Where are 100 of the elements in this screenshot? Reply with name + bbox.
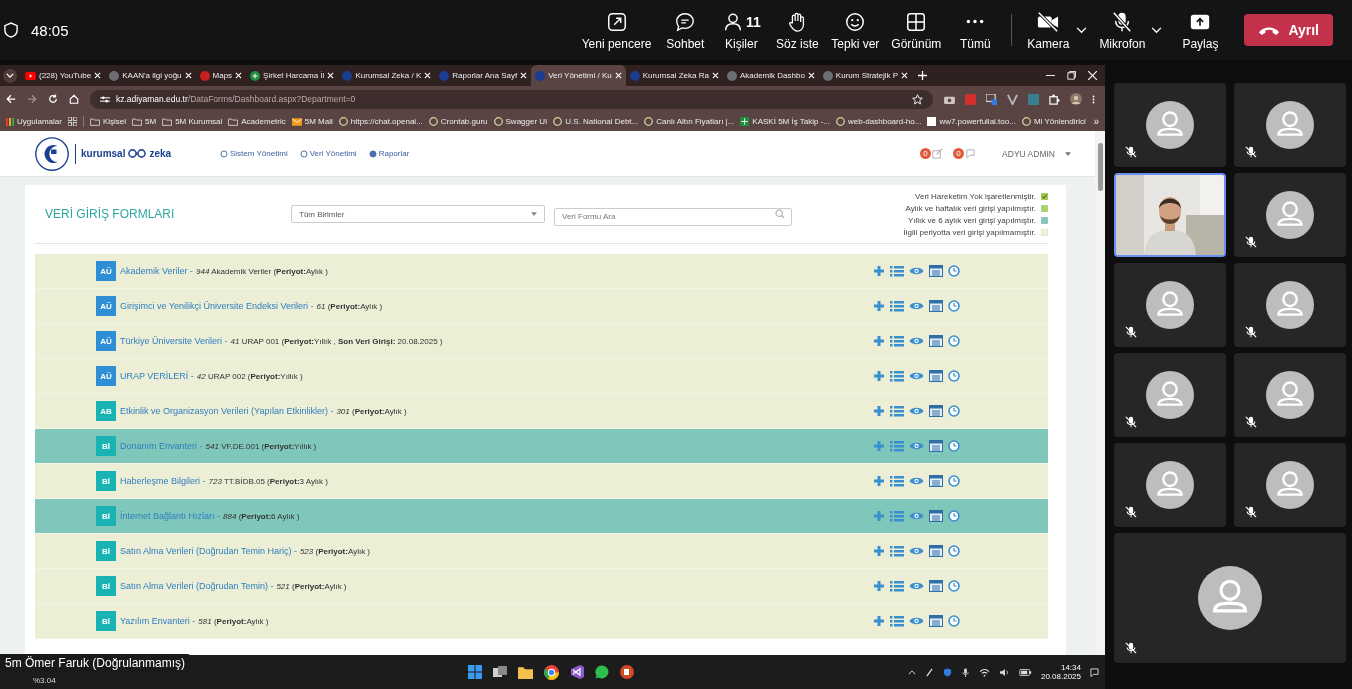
wifi-icon[interactable] <box>978 667 990 677</box>
reload-icon[interactable] <box>48 94 58 104</box>
eye-icon[interactable] <box>909 336 924 346</box>
list-icon[interactable] <box>890 580 904 592</box>
microphone-icon[interactable] <box>960 667 970 677</box>
participant-tile[interactable] <box>1114 263 1226 347</box>
participant-tile[interactable] <box>1114 443 1226 527</box>
battery-icon[interactable] <box>1018 668 1032 676</box>
close-icon[interactable] <box>94 72 102 79</box>
camera-icon[interactable] <box>944 94 955 104</box>
clock-icon[interactable] <box>948 615 960 627</box>
close-icon[interactable] <box>235 72 243 79</box>
share-button[interactable]: Paylaş <box>1172 9 1229 51</box>
meeting-action-button[interactable]: Söz iste <box>769 9 826 51</box>
participant-tile[interactable] <box>1114 353 1226 437</box>
meeting-action-button[interactable]: Sohbet <box>657 9 714 51</box>
bookmark[interactable]: Canlı Altın Fiyatları |... <box>644 117 735 126</box>
plus-icon[interactable] <box>873 475 885 487</box>
meeting-action-button[interactable]: Tümü <box>947 9 1004 51</box>
plus-icon[interactable] <box>873 615 885 627</box>
eye-icon[interactable] <box>909 546 924 556</box>
meeting-action-button[interactable]: 11 Kişiler <box>713 9 770 51</box>
clock-icon[interactable] <box>948 580 960 592</box>
extension-icon[interactable] <box>1007 93 1018 105</box>
device-button[interactable]: Kamera <box>1020 9 1077 51</box>
list-icon[interactable] <box>890 545 904 557</box>
pen-icon[interactable] <box>924 667 934 677</box>
chat-icon[interactable] <box>595 665 609 679</box>
bookmark[interactable]: Uygulamalar <box>6 117 62 126</box>
browser-tab[interactable]: Kurum Stratejik P <box>818 65 913 86</box>
participant-tile[interactable] <box>1114 533 1346 663</box>
plus-icon[interactable] <box>873 335 885 347</box>
notification-icon[interactable] <box>1090 667 1099 677</box>
meeting-action-button[interactable]: Yeni pencere <box>575 9 658 51</box>
search-field[interactable]: Veri Formu Ara <box>554 207 792 226</box>
device-button[interactable]: Mikrofon <box>1093 9 1152 51</box>
bookmark[interactable]: Academetric <box>228 117 286 126</box>
home-icon[interactable] <box>69 94 79 104</box>
clock-icon[interactable] <box>948 370 960 382</box>
speaker-icon[interactable] <box>998 667 1010 677</box>
plus-icon[interactable] <box>873 545 885 557</box>
participant-tile[interactable] <box>1234 263 1346 347</box>
clock-icon[interactable] <box>948 300 960 312</box>
bookmark[interactable]: 5M Mail <box>291 117 333 126</box>
plus-icon[interactable] <box>873 370 885 382</box>
close-icon[interactable] <box>184 72 192 79</box>
participant-tile[interactable] <box>1114 83 1226 167</box>
clock-icon[interactable] <box>948 510 960 522</box>
form-link[interactable]: Satın Alma Verileri (Doğrudan Temin Hariç) - <box>120 546 297 556</box>
form-link[interactable]: Etkinlik ve Organizasyon Verileri (Yapılan Etkinlikler) - <box>120 406 334 416</box>
clock-icon[interactable] <box>948 440 960 452</box>
tab-search-button[interactable] <box>3 68 17 83</box>
bookmark[interactable]: Swagger UI <box>493 117 548 126</box>
browser-tab[interactable]: (228) YouTube <box>21 65 106 86</box>
bookmark[interactable]: 5M <box>132 117 157 126</box>
close-icon[interactable] <box>327 72 335 79</box>
list-icon[interactable] <box>890 475 904 487</box>
shield-icon[interactable] <box>942 667 952 677</box>
eye-icon[interactable] <box>909 616 924 626</box>
form-link[interactable]: Satın Alma Verileri (Doğrudan Temin) - <box>120 581 274 591</box>
list-icon[interactable] <box>890 265 904 277</box>
browser-tab[interactable]: Maps <box>195 65 247 86</box>
participant-tile[interactable] <box>1234 353 1346 437</box>
participant-tile[interactable] <box>1234 83 1346 167</box>
nav-link[interactable]: Veri Yönetimi <box>299 149 357 158</box>
slides-icon[interactable] <box>620 665 634 679</box>
meeting-action-button[interactable]: Görünüm <box>885 9 948 51</box>
close-icon[interactable] <box>1088 71 1097 80</box>
eye-icon[interactable] <box>909 476 924 486</box>
back-icon[interactable] <box>6 94 16 104</box>
scrollbar-thumb[interactable] <box>1097 143 1103 191</box>
meeting-action-button[interactable]: Tepki ver <box>825 9 886 51</box>
unit-dropdown[interactable]: Tüm Birimler <box>291 205 545 223</box>
eye-icon[interactable] <box>909 441 924 451</box>
browser-tab[interactable]: KAAN'a ilgi yoğu <box>105 65 196 86</box>
plus-icon[interactable] <box>873 580 885 592</box>
close-icon[interactable] <box>424 72 432 79</box>
address-bar[interactable]: kz.adiyaman.edu.tr/DataForms/Dashboard.aspx?Department=0 <box>90 89 933 109</box>
form-link[interactable]: Girişimci ve Yenilikçi Üniversite Endeksi Verileri - <box>120 301 314 311</box>
bookmark[interactable]: 5M Kurumsal <box>162 117 223 126</box>
eye-icon[interactable] <box>909 371 924 381</box>
clock-icon[interactable] <box>948 335 960 347</box>
menu-icon[interactable] <box>1092 93 1095 105</box>
bookmark[interactable]: Kişisel <box>89 117 127 126</box>
clock-icon[interactable] <box>948 545 960 557</box>
browser-tab[interactable]: Veri Yönetimi / Ku <box>531 65 626 86</box>
close-icon[interactable] <box>614 72 622 79</box>
form-link[interactable]: Akademik Veriler - <box>120 266 194 276</box>
browser-tab[interactable]: Şirket Harcama İl <box>246 65 339 86</box>
grid-icon[interactable] <box>67 117 77 126</box>
restore-icon[interactable] <box>1067 71 1076 80</box>
eye-icon[interactable] <box>909 581 924 591</box>
clock-icon[interactable] <box>948 265 960 277</box>
notification-button[interactable]: 0 <box>953 148 977 159</box>
puzzle-icon[interactable] <box>1049 93 1060 105</box>
close-icon[interactable] <box>520 72 528 79</box>
bookmark[interactable]: Crontab.guru <box>428 117 488 126</box>
bookmark[interactable]: KASKİ 5M İş Takip -... <box>740 117 830 126</box>
avatar-icon[interactable] <box>1070 93 1082 105</box>
browser-tab[interactable]: Raporlar Ana Sayf <box>435 65 532 86</box>
